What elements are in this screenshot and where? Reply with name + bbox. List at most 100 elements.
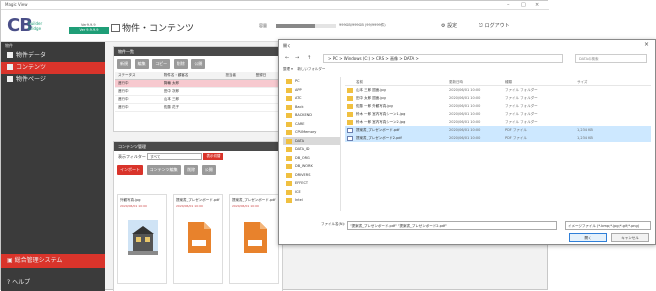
tree-item[interactable]: DB_ORG — [283, 154, 340, 163]
content-toolbar: インポート コンテンツ編集 削除 公開 — [114, 162, 282, 178]
organize-button[interactable]: 整理 ▾ — [283, 67, 293, 71]
tree-item[interactable]: Back — [283, 103, 340, 112]
folder-icon — [286, 121, 292, 127]
column-header[interactable]: サイズ — [577, 80, 587, 85]
help-button[interactable]: ? ヘルプ — [1, 276, 105, 290]
tree-item[interactable]: DATA — [283, 136, 340, 145]
filename-input[interactable]: "提案書_プレゼンボード.pdf" "提案書_プレゼンボード2.pdf" — [347, 221, 557, 230]
logout-icon: ⎋ — [479, 23, 483, 29]
content-card[interactable]: 外観写真.jpg 2020/06/01 10:00 — [117, 194, 167, 284]
new-property-button[interactable]: 新規 — [117, 59, 131, 69]
tree-item[interactable]: PC — [283, 77, 340, 86]
file-list: 名前 更新日時 種類 サイズ 山本 三郎 図面.jpg 2020/06/01 10… — [345, 77, 651, 211]
column-header[interactable]: 担当者 — [222, 72, 253, 80]
tree-item[interactable]: CPUMemory — [283, 128, 340, 137]
edit-content-button[interactable]: コンテンツ編集 — [146, 165, 181, 175]
app-header: CB Builder Bridge Ver9.9.9 Ver 9.9.9.9 物件… — [1, 10, 549, 42]
tree-item[interactable]: EFFECT — [283, 179, 340, 188]
filter-select[interactable]: すべて — [147, 153, 203, 160]
cancel-button[interactable]: キャンセル — [611, 233, 649, 242]
house-photo-thumbnail — [128, 220, 158, 255]
settings-button[interactable]: ⚙ 設定 — [441, 22, 457, 29]
copy-property-button[interactable]: コピー — [152, 59, 171, 69]
folder-icon — [286, 104, 292, 110]
page-icon — [7, 76, 13, 82]
minimize-icon[interactable]: – — [507, 2, 510, 8]
system-button[interactable]: ▣ 総合管理システム — [1, 254, 105, 268]
tree-item[interactable]: DB_WORK — [283, 162, 340, 171]
content-card[interactable]: 提案書_プレゼンボード.pdf 2020/06/01 10:00 — [173, 194, 223, 284]
file-row[interactable]: 佐藤 一郎 外観写真.jpg 2020/06/01 10:00 ファイル フォルダー — [345, 102, 651, 110]
file-row[interactable]: 提案書_プレゼンボード2.pdf 2020/06/01 10:00 PDF ファイル… — [345, 134, 651, 142]
table-row[interactable]: 進行中 山本 三郎 — [115, 95, 283, 104]
property-panel-title: 物件一覧 — [114, 47, 282, 56]
app-titlebar: Magic View – □ × — [1, 1, 549, 10]
delete-property-button[interactable]: 削除 — [173, 59, 188, 69]
tree-item[interactable]: DRIVERS — [283, 171, 340, 180]
tree-item[interactable]: ATC — [283, 94, 340, 103]
system-icon: ▣ — [7, 257, 13, 264]
folder-icon — [286, 155, 292, 161]
file-row[interactable]: 鈴木 一郎 室内写真シーン1.jpg 2020/06/01 10:00 ファイル フ… — [345, 110, 651, 118]
filetype-select[interactable]: イメージファイル (*.bmp;*.jpg;*.gif;*.png) — [565, 221, 651, 230]
content-card[interactable]: 提案書_プレゼンボード.pdf 2020/06/01 10:00 — [229, 194, 279, 284]
tree-item[interactable]: BACKEND — [283, 111, 340, 120]
dialog-close-icon[interactable]: × — [644, 41, 649, 48]
delete-content-button[interactable]: 削除 — [184, 165, 199, 175]
column-header[interactable]: 名前 — [356, 80, 363, 85]
column-header[interactable]: 種類 — [505, 80, 512, 85]
sidebar-item-property-page[interactable]: 物件ページ — [1, 74, 105, 86]
help-icon: ? — [7, 279, 11, 286]
image-file-icon — [347, 119, 353, 125]
image-file-icon — [347, 111, 353, 117]
pdf-file-icon — [244, 222, 267, 253]
tree-item[interactable]: ICE — [283, 188, 340, 197]
file-row[interactable]: 田中 太郎 図面.jpg 2020/06/01 10:00 ファイル フォルダー — [345, 94, 651, 102]
table-row[interactable]: 進行中 田中 次郎 — [115, 87, 283, 96]
folder-icon — [286, 138, 292, 144]
file-row[interactable]: 提案書_プレゼンボード.pdf 2020/06/01 10:00 PDF ファイル 1… — [345, 126, 651, 134]
column-header[interactable]: ステータス — [115, 72, 161, 80]
column-header[interactable]: 更新日時 — [449, 80, 463, 85]
folder-icon — [7, 64, 13, 70]
tree-item[interactable]: DATA_ID — [283, 145, 340, 154]
sidebar-item-contents[interactable]: コンテンツ — [1, 62, 105, 74]
file-row[interactable]: 鈴木 一郎 室内写真シーン2.jpg 2020/06/01 10:00 ファイル フ… — [345, 118, 651, 126]
publish-content-button[interactable]: 公開 — [201, 165, 216, 175]
app-logo: CB Builder Bridge — [7, 15, 43, 36]
open-button[interactable]: 開く — [569, 233, 607, 242]
close-icon[interactable]: × — [535, 2, 539, 8]
forward-icon[interactable]: → — [295, 55, 299, 61]
table-row[interactable]: 進行中 箕輪 太郎 — [115, 79, 283, 88]
file-row[interactable]: 山本 三郎 図面.jpg 2020/06/01 10:00 ファイル フォルダー — [345, 86, 651, 94]
sidebar-item-property-data[interactable]: 物件データ — [1, 50, 105, 62]
tree-item[interactable]: APP — [283, 86, 340, 95]
pdf-file-icon — [188, 222, 211, 253]
content-panel: コンテンツ管理 表示フィルター すべて 表示切替 インポート コンテンツ編集 削… — [113, 141, 283, 291]
content-cards: 外観写真.jpg 2020/06/01 10:00 提案書_プレゼンボード.pd… — [117, 194, 282, 284]
edit-property-button[interactable]: 編集 — [134, 59, 149, 69]
back-icon[interactable]: ← — [285, 55, 289, 61]
column-header[interactable]: 物件名・顧客名 — [160, 72, 223, 80]
publish-property-button[interactable]: 公開 — [191, 59, 206, 69]
gear-icon: ⚙ — [441, 23, 446, 29]
logout-button[interactable]: ⎋ ログアウト — [479, 22, 510, 29]
path-field[interactable]: > PC > Windows (C:) > CRS > 画像 > DATA > — [323, 54, 563, 63]
property-toolbar: 新規 編集 コピー 削除 公開 — [114, 56, 282, 72]
folder-icon — [286, 147, 292, 152]
pdf-file-icon — [347, 127, 353, 133]
new-folder-button[interactable]: 新しいフォルダー — [297, 67, 325, 71]
tree-item[interactable]: Intel — [283, 196, 340, 205]
folder-icon — [286, 198, 292, 203]
maximize-icon[interactable]: □ — [521, 2, 526, 8]
property-panel: 物件一覧 新規 編集 コピー 削除 公開 ステータス 物件名・顧客名 担当者 登… — [113, 46, 283, 132]
monitor-icon — [111, 24, 120, 32]
filter-button[interactable]: 表示切替 — [203, 153, 224, 160]
up-icon[interactable]: ↑ — [307, 55, 311, 61]
tree-item[interactable]: CARE — [283, 120, 340, 129]
search-input[interactable]: DATAの検索 — [575, 54, 647, 63]
table-row[interactable]: 進行中 佐藤 花子 — [115, 103, 283, 112]
home-icon — [7, 52, 13, 58]
import-button[interactable]: インポート — [117, 165, 143, 175]
pdf-file-icon — [347, 135, 353, 141]
